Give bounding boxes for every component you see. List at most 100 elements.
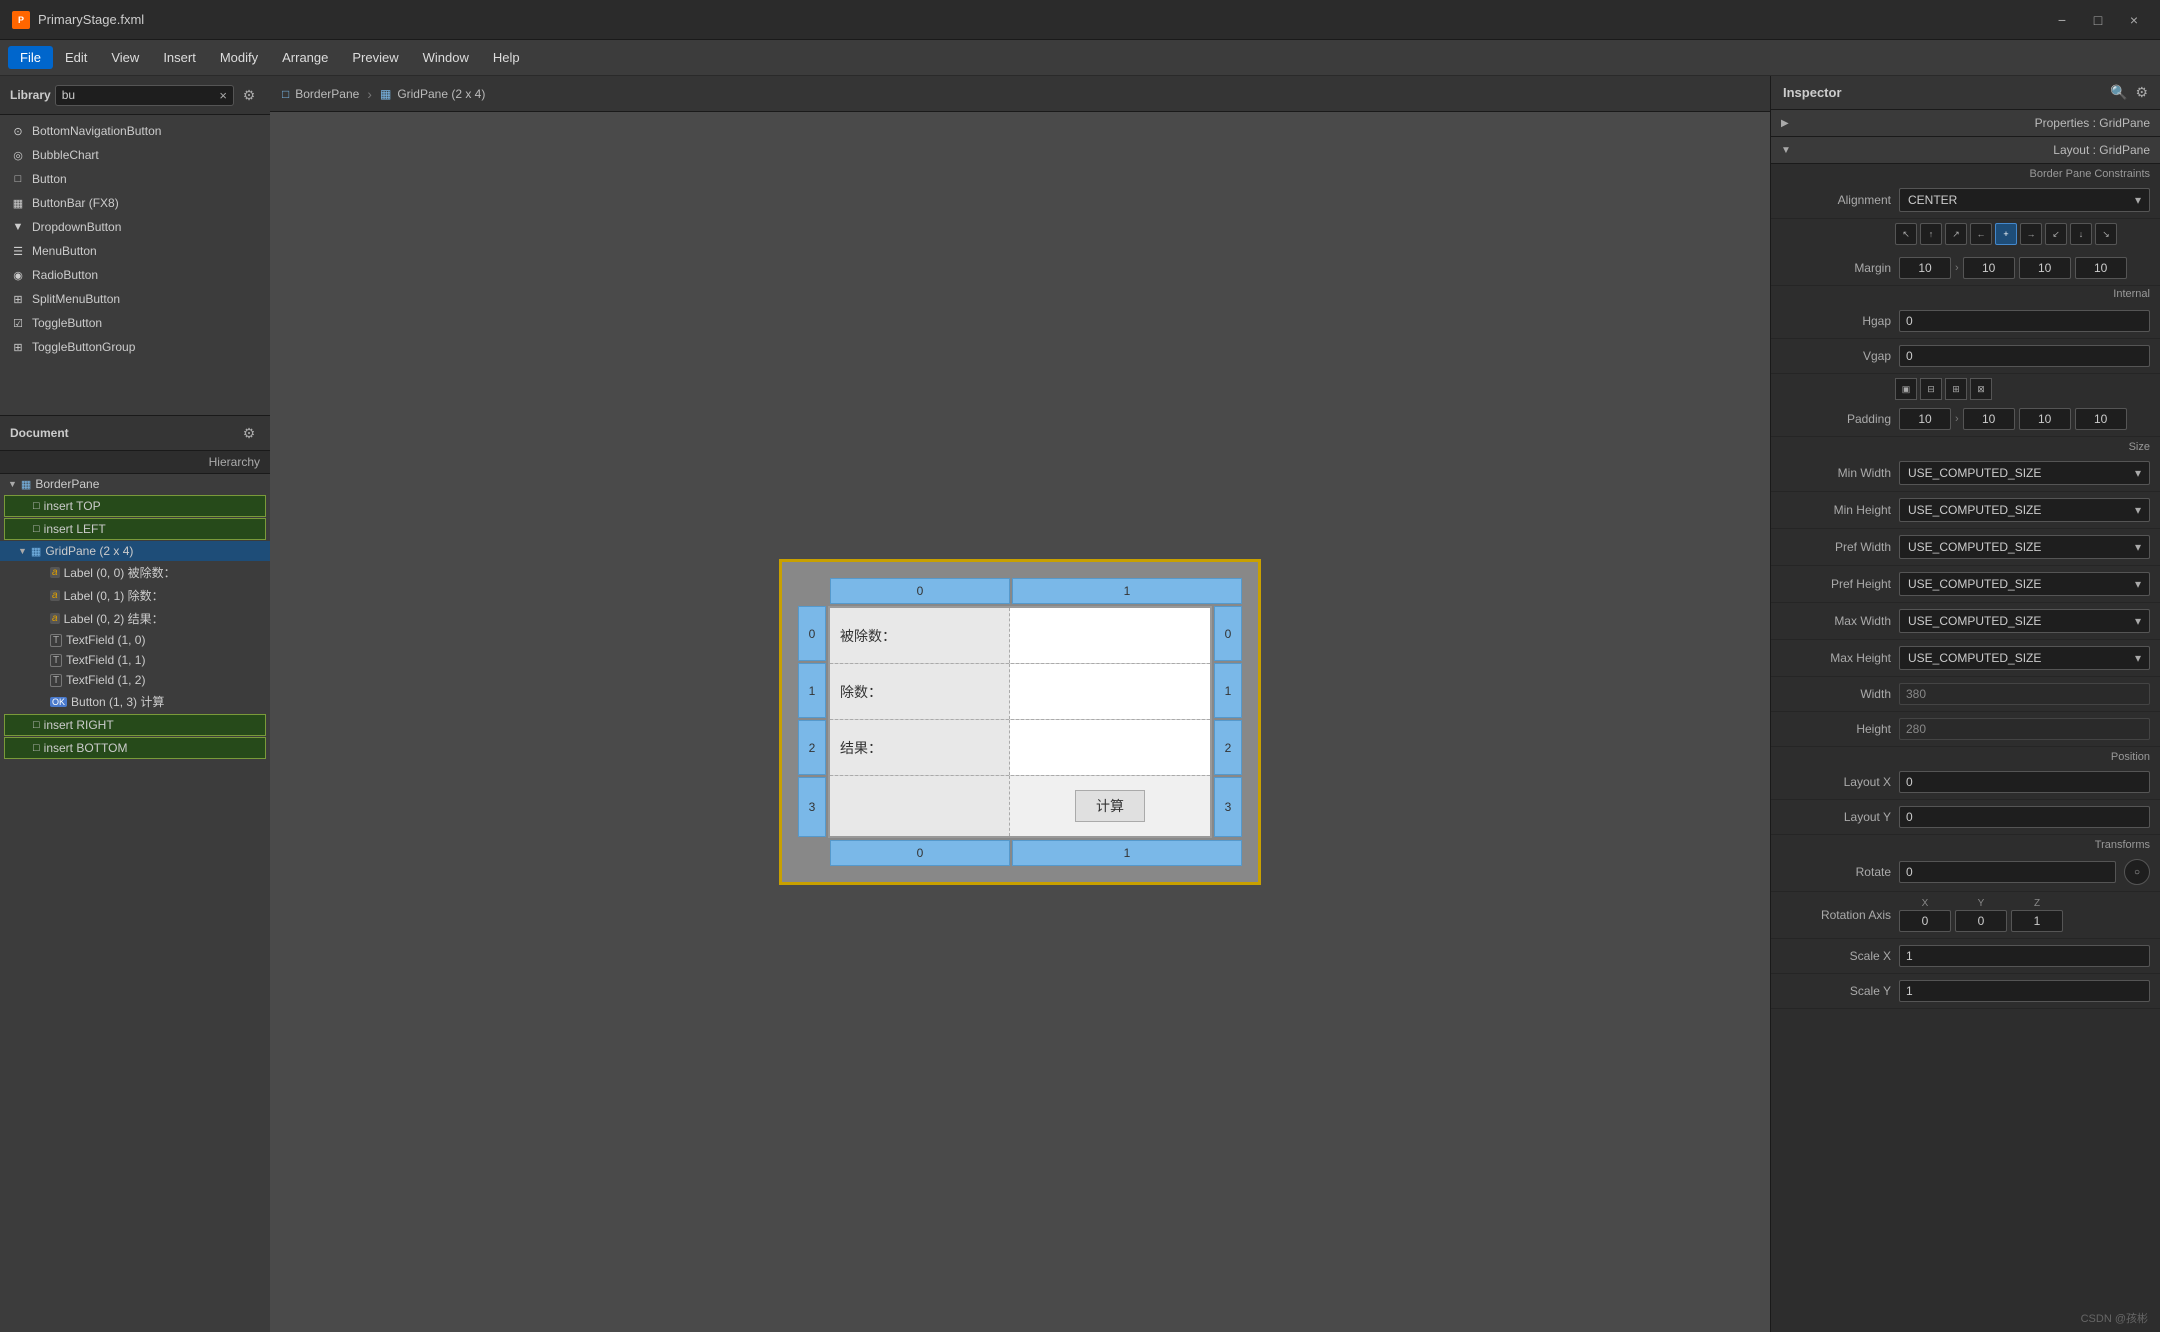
menu-insert[interactable]: Insert [151, 46, 208, 69]
vgap-input[interactable] [1899, 345, 2150, 367]
tree-insert-left[interactable]: □ insert LEFT [4, 518, 266, 540]
max-width-dropdown[interactable]: USE_COMPUTED_SIZE ▾ [1899, 609, 2150, 633]
inspector-search-icon[interactable]: 🔍 [2110, 84, 2127, 101]
lib-item-button[interactable]: □ Button [0, 167, 270, 191]
tree-label-02[interactable]: a Label (0, 2) 结果： [0, 607, 270, 630]
tree-label-00[interactable]: a Label (0, 0) 被除数： [0, 561, 270, 584]
margin-right-input[interactable] [1963, 257, 2015, 279]
menu-view[interactable]: View [99, 46, 151, 69]
library-search-bar[interactable]: × [55, 85, 234, 106]
tree-borderpane[interactable]: ▼ ▦ BorderPane [0, 474, 270, 494]
max-height-dropdown[interactable]: USE_COMPUTED_SIZE ▾ [1899, 646, 2150, 670]
tree-insert-right[interactable]: □ insert RIGHT [4, 714, 266, 736]
lib-item-splitmenubutton[interactable]: ⊞ SplitMenuButton [0, 287, 270, 311]
pad-icon-3[interactable]: ⊞ [1945, 378, 1967, 400]
maximize-button[interactable]: □ [2084, 6, 2112, 34]
layout-expand-icon[interactable]: ▼ [1781, 145, 1791, 156]
min-height-dropdown[interactable]: USE_COMPUTED_SIZE ▾ [1899, 498, 2150, 522]
height-input[interactable] [1899, 718, 2150, 740]
width-input[interactable] [1899, 683, 2150, 705]
pref-height-dropdown[interactable]: USE_COMPUTED_SIZE ▾ [1899, 572, 2150, 596]
rotation-axis-z-input[interactable] [2011, 910, 2063, 932]
cell-button-1-3[interactable]: 计算 [1010, 776, 1210, 836]
pad-icon-2[interactable]: ⊟ [1920, 378, 1942, 400]
pad-icon-1[interactable]: ▣ [1895, 378, 1917, 400]
lib-item-bubblechart[interactable]: ◎ BubbleChart [0, 143, 270, 167]
align-centerleft-icon[interactable]: ← [1970, 223, 1992, 245]
breadcrumb-borderpane[interactable]: □ BorderPane [282, 87, 359, 101]
lib-item-buttonbar[interactable]: ▦ ButtonBar (FX8) [0, 191, 270, 215]
margin-left-input[interactable] [2075, 257, 2127, 279]
align-center-icon[interactable]: + [1995, 223, 2017, 245]
lib-item-dropdownbutton[interactable]: ▼ DropdownButton [0, 215, 270, 239]
tree-insert-top[interactable]: □ insert TOP [4, 495, 266, 517]
min-width-dropdown[interactable]: USE_COMPUTED_SIZE ▾ [1899, 461, 2150, 485]
layout-y-input[interactable] [1899, 806, 2150, 828]
padding-left-input[interactable] [2075, 408, 2127, 430]
menu-arrange[interactable]: Arrange [270, 46, 340, 69]
scale-y-input[interactable] [1899, 980, 2150, 1002]
tree-insert-bottom[interactable]: □ insert BOTTOM [4, 737, 266, 759]
align-topcenter-icon[interactable]: ↑ [1920, 223, 1942, 245]
cell-input-1-0[interactable] [1010, 608, 1210, 663]
menu-help[interactable]: Help [481, 46, 532, 69]
max-height-label: Max Height [1781, 651, 1891, 665]
align-bottomcenter-icon[interactable]: ↓ [2070, 223, 2092, 245]
rotation-axis-y-input[interactable] [1955, 910, 2007, 932]
tree-label-01[interactable]: a Label (0, 1) 除数： [0, 584, 270, 607]
padding-right-input[interactable] [1963, 408, 2015, 430]
close-button[interactable]: × [2120, 6, 2148, 34]
tree-textfield-10[interactable]: T TextField (1, 0) [0, 630, 270, 650]
lib-item-bottomnavbutton[interactable]: ⊙ BottomNavigationButton [0, 119, 270, 143]
tree-node-icon-insertright: □ [33, 719, 40, 731]
lib-item-togglebutton[interactable]: ☑ ToggleButton [0, 311, 270, 335]
tree-node-icon-gridpane: ▦ [31, 545, 41, 558]
alignment-dropdown[interactable]: CENTER ▾ [1899, 188, 2150, 212]
tree-textfield-11[interactable]: T TextField (1, 1) [0, 650, 270, 670]
align-bottomright-icon[interactable]: ↘ [2095, 223, 2117, 245]
library-settings-icon[interactable]: ⚙ [238, 84, 260, 106]
rotate-input[interactable] [1899, 861, 2116, 883]
menu-edit[interactable]: Edit [53, 46, 99, 69]
lib-item-radiobutton[interactable]: ◉ RadioButton [0, 263, 270, 287]
menu-modify[interactable]: Modify [208, 46, 270, 69]
left-panels: Library × ⚙ ⊙ BottomNavigationButton ◎ B… [0, 76, 270, 1332]
breadcrumb-borderpane-label: BorderPane [295, 87, 359, 101]
max-height-value: USE_COMPUTED_SIZE [1908, 651, 2041, 665]
align-topright-icon[interactable]: ↗ [1945, 223, 1967, 245]
align-bottomleft-icon[interactable]: ↙ [2045, 223, 2067, 245]
search-clear-icon[interactable]: × [219, 88, 227, 103]
rotate-dial-icon[interactable]: ○ [2124, 859, 2150, 885]
margin-top-input[interactable] [1899, 257, 1951, 279]
padding-top-input[interactable] [1899, 408, 1951, 430]
menu-file[interactable]: File [8, 46, 53, 69]
align-centerright-icon[interactable]: → [2020, 223, 2042, 245]
padding-bottom-input[interactable] [2019, 408, 2071, 430]
document-settings-icon[interactable]: ⚙ [238, 422, 260, 444]
scale-x-input[interactable] [1899, 945, 2150, 967]
cell-input-1-1[interactable] [1010, 664, 1210, 719]
menu-window[interactable]: Window [411, 46, 481, 69]
tree-gridpane[interactable]: ▼ ▦ GridPane (2 x 4) [0, 541, 270, 561]
tree-button-13[interactable]: OK Button (1, 3) 计算 [0, 690, 270, 713]
align-topleft-icon[interactable]: ↖ [1895, 223, 1917, 245]
inspector-settings-icon[interactable]: ⚙ [2135, 84, 2148, 101]
breadcrumb-gridpane[interactable]: ▦ GridPane (2 x 4) [380, 87, 485, 101]
minimize-button[interactable]: − [2048, 6, 2076, 34]
margin-bottom-input[interactable] [2019, 257, 2071, 279]
properties-expand-icon[interactable]: ▶ [1781, 118, 1789, 129]
pad-icon-4[interactable]: ⊠ [1970, 378, 1992, 400]
library-search-input[interactable] [62, 88, 220, 102]
lib-item-menubutton[interactable]: ☰ MenuButton [0, 239, 270, 263]
hgap-input[interactable] [1899, 310, 2150, 332]
grid-row-0: 被除数： [830, 608, 1210, 664]
pref-width-dropdown[interactable]: USE_COMPUTED_SIZE ▾ [1899, 535, 2150, 559]
tree-textfield-12[interactable]: T TextField (1, 2) [0, 670, 270, 690]
menu-preview[interactable]: Preview [340, 46, 410, 69]
calc-button[interactable]: 计算 [1075, 790, 1145, 822]
rotation-axis-x-input[interactable] [1899, 910, 1951, 932]
position-label: Position [1771, 747, 2160, 765]
cell-input-1-2[interactable] [1010, 720, 1210, 775]
layout-x-input[interactable] [1899, 771, 2150, 793]
lib-item-togglebuttongroup[interactable]: ⊞ ToggleButtonGroup [0, 335, 270, 359]
